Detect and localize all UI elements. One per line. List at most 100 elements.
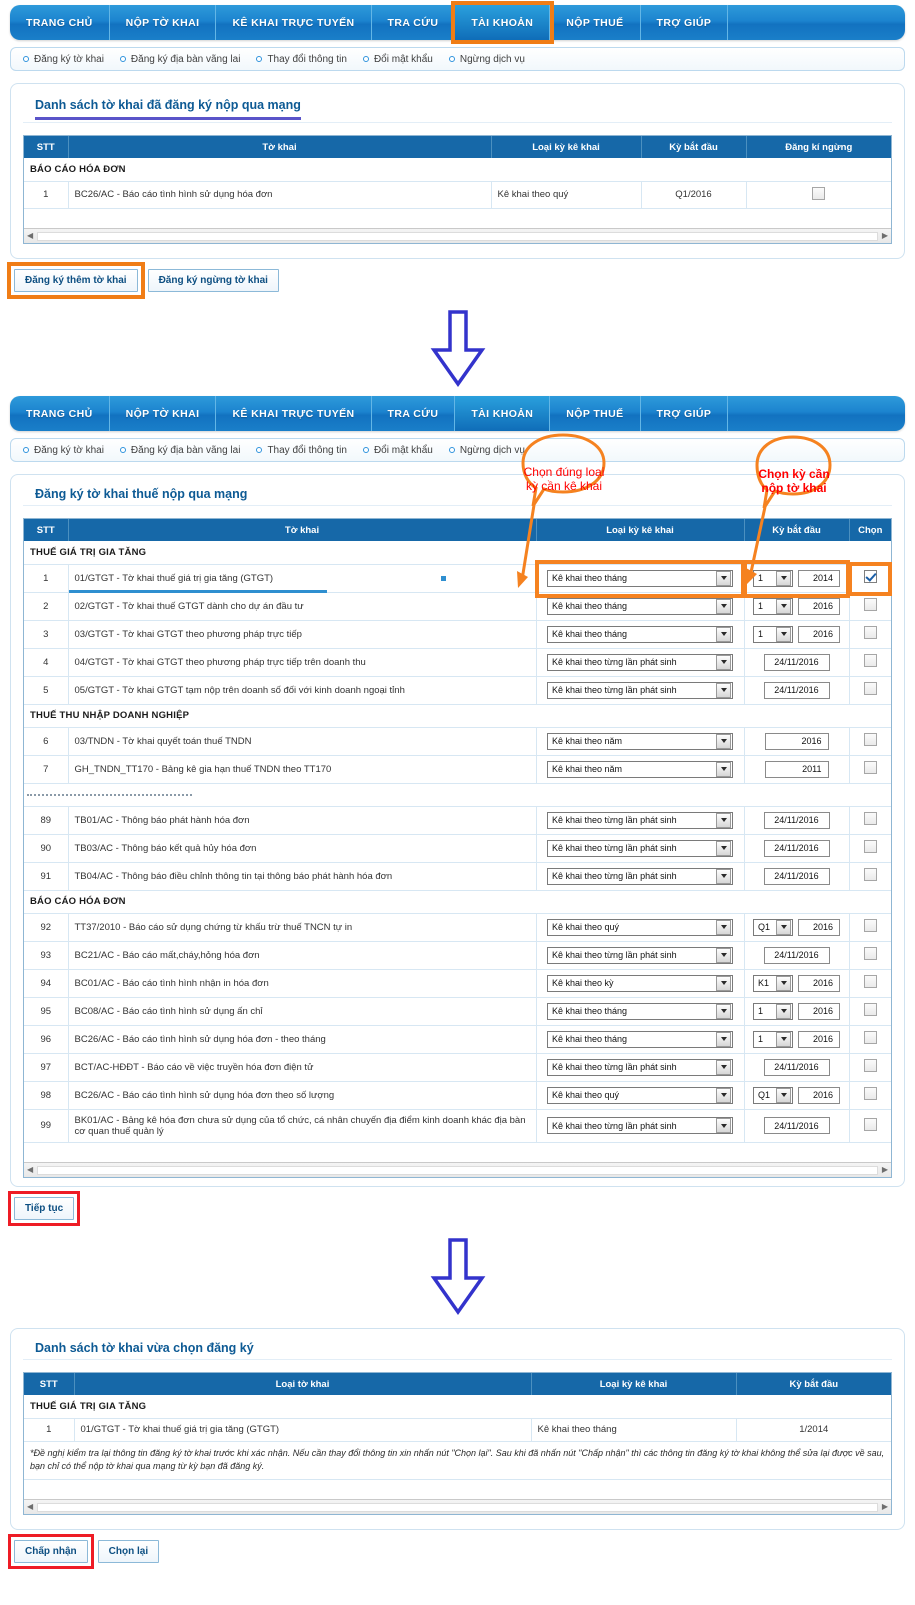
date-input[interactable]: 24/11/2016: [763, 653, 830, 671]
chevron-down-icon[interactable]: [716, 570, 731, 586]
chevron-down-icon[interactable]: [716, 733, 731, 749]
year-input[interactable]: 2016: [798, 918, 840, 936]
date-input[interactable]: 24/11/2016: [763, 1058, 830, 1076]
chevron-down-icon[interactable]: [776, 1031, 791, 1047]
chevron-down-icon[interactable]: [716, 868, 731, 884]
period-number-dropdown[interactable]: 1: [753, 569, 793, 587]
select-checkbox[interactable]: [863, 1003, 877, 1016]
year-input[interactable]: 2016: [798, 1086, 840, 1104]
nav-tab-1[interactable]: TRANG CHỦ: [10, 396, 110, 431]
select-checkbox[interactable]: [863, 975, 877, 988]
scrollbar-track[interactable]: [37, 1502, 878, 1512]
period-number-dropdown[interactable]: Q1: [753, 1086, 793, 1104]
period-type-dropdown[interactable]: Kê khai theo quý: [547, 918, 733, 936]
chevron-down-icon[interactable]: [716, 975, 731, 991]
reselect-button[interactable]: Chọn lại: [97, 1540, 160, 1563]
nav-tab-4[interactable]: TRA CỨU: [372, 396, 456, 431]
stop-registration-checkbox[interactable]: [812, 186, 826, 200]
select-checkbox[interactable]: [863, 812, 877, 825]
period-number-dropdown[interactable]: 1: [753, 1030, 793, 1048]
period-type-dropdown[interactable]: Kê khai theo từng lần phát sinh: [547, 1117, 733, 1134]
year-input[interactable]: 2016: [798, 597, 840, 615]
period-type-dropdown[interactable]: Kê khai theo quý: [547, 1086, 733, 1104]
nav-tab-3[interactable]: KÊ KHAI TRỰC TUYẾN: [216, 396, 372, 431]
nav-tab-5[interactable]: TÀI KHOẢN: [455, 5, 551, 40]
select-checkbox[interactable]: [863, 733, 877, 746]
subnav-item-2[interactable]: Đăng ký địa bàn vãng lai: [119, 54, 240, 65]
chevron-down-icon[interactable]: [716, 682, 731, 698]
date-input[interactable]: 24/11/2016: [763, 839, 830, 857]
add-declaration-button[interactable]: Đăng ký thêm tờ khai: [14, 269, 138, 292]
period-type-dropdown[interactable]: Kê khai theo năm: [547, 760, 733, 778]
select-checkbox[interactable]: [863, 626, 877, 639]
horizontal-scrollbar[interactable]: ◀ ▶: [24, 1162, 891, 1177]
date-input[interactable]: 24/11/2016: [763, 1117, 830, 1134]
chevron-down-icon[interactable]: [716, 761, 731, 777]
date-input[interactable]: 24/11/2016: [763, 681, 830, 699]
select-checkbox[interactable]: [863, 1059, 877, 1072]
year-input[interactable]: 2014: [798, 569, 840, 587]
period-type-dropdown[interactable]: Kê khai theo từng lần phát sinh: [547, 681, 733, 699]
period-number-dropdown[interactable]: 1: [753, 597, 793, 615]
chevron-down-icon[interactable]: [716, 1087, 731, 1103]
period-type-dropdown[interactable]: Kê khai theo tháng: [547, 1002, 733, 1020]
select-checkbox[interactable]: [863, 947, 877, 960]
year-input[interactable]: 2016: [764, 732, 829, 750]
year-input[interactable]: 2016: [798, 974, 840, 992]
select-checkbox[interactable]: [863, 761, 877, 774]
scrollbar-track[interactable]: [37, 1165, 878, 1175]
subnav-item-3[interactable]: Thay đổi thông tin: [256, 445, 347, 456]
select-checkbox[interactable]: [863, 1031, 877, 1044]
period-type-dropdown[interactable]: Kê khai theo kỳ: [547, 974, 733, 992]
nav-tab-2[interactable]: NỘP TỜ KHAI: [110, 396, 217, 431]
subnav-item-1[interactable]: Đăng ký tờ khai: [23, 54, 104, 65]
scroll-right-arrow-icon[interactable]: ▶: [882, 1503, 888, 1511]
chevron-down-icon[interactable]: [776, 975, 791, 991]
nav-tab-1[interactable]: TRANG CHỦ: [10, 5, 110, 40]
select-checkbox[interactable]: [863, 868, 877, 881]
select-checkbox[interactable]: [863, 570, 877, 583]
subnav-item-2[interactable]: Đăng ký địa bàn vãng lai: [119, 445, 240, 456]
chevron-down-icon[interactable]: [716, 1118, 731, 1133]
period-number-dropdown[interactable]: 1: [753, 625, 793, 643]
period-type-dropdown[interactable]: Kê khai theo từng lần phát sinh: [547, 946, 733, 964]
period-number-dropdown[interactable]: 1: [753, 1002, 793, 1020]
chevron-down-icon[interactable]: [776, 570, 791, 586]
chevron-down-icon[interactable]: [716, 626, 731, 642]
subnav-item-5[interactable]: Ngừng dịch vụ: [448, 54, 525, 65]
period-type-dropdown[interactable]: Kê khai theo tháng: [547, 597, 733, 615]
period-number-dropdown[interactable]: K1: [753, 974, 793, 992]
select-checkbox[interactable]: [863, 1117, 877, 1131]
scroll-right-arrow-icon[interactable]: ▶: [882, 232, 888, 240]
accept-button[interactable]: Chấp nhận: [14, 1540, 88, 1563]
nav-tab-3[interactable]: KÊ KHAI TRỰC TUYẾN: [216, 5, 372, 40]
subnav-item-1[interactable]: Đăng ký tờ khai: [23, 445, 104, 456]
date-input[interactable]: 24/11/2016: [763, 946, 830, 964]
select-checkbox[interactable]: [863, 654, 877, 667]
period-type-dropdown[interactable]: Kê khai theo từng lần phát sinh: [547, 867, 733, 885]
year-input[interactable]: 2016: [798, 1030, 840, 1048]
period-type-dropdown[interactable]: Kê khai theo từng lần phát sinh: [547, 811, 733, 829]
horizontal-scrollbar[interactable]: ◀ ▶: [24, 228, 891, 243]
nav-tab-6[interactable]: NỘP THUẾ: [550, 5, 641, 40]
period-number-dropdown[interactable]: Q1: [753, 918, 793, 936]
subnav-item-4[interactable]: Đổi mật khẩu: [362, 445, 433, 456]
chevron-down-icon[interactable]: [716, 1059, 731, 1075]
chevron-down-icon[interactable]: [716, 840, 731, 856]
period-type-dropdown[interactable]: Kê khai theo tháng: [547, 569, 733, 587]
scroll-right-arrow-icon[interactable]: ▶: [882, 1166, 888, 1174]
chevron-down-icon[interactable]: [776, 1087, 791, 1103]
nav-tab-7[interactable]: TRỢ GIÚP: [641, 396, 729, 431]
chevron-down-icon[interactable]: [716, 812, 731, 828]
stop-declaration-button[interactable]: Đăng ký ngừng tờ khai: [147, 269, 279, 292]
chevron-down-icon[interactable]: [776, 1003, 791, 1019]
period-type-dropdown[interactable]: Kê khai theo từng lần phát sinh: [547, 839, 733, 857]
scrollbar-track[interactable]: [37, 231, 878, 241]
select-checkbox[interactable]: [863, 1087, 877, 1100]
nav-tab-6[interactable]: NỘP THUẾ: [550, 396, 641, 431]
select-checkbox[interactable]: [863, 682, 877, 695]
subnav-item-5[interactable]: Ngừng dịch vụ: [448, 445, 525, 456]
year-input[interactable]: 2011: [764, 760, 829, 778]
scroll-left-arrow-icon[interactable]: ◀: [27, 1503, 33, 1511]
year-input[interactable]: 2016: [798, 625, 840, 643]
